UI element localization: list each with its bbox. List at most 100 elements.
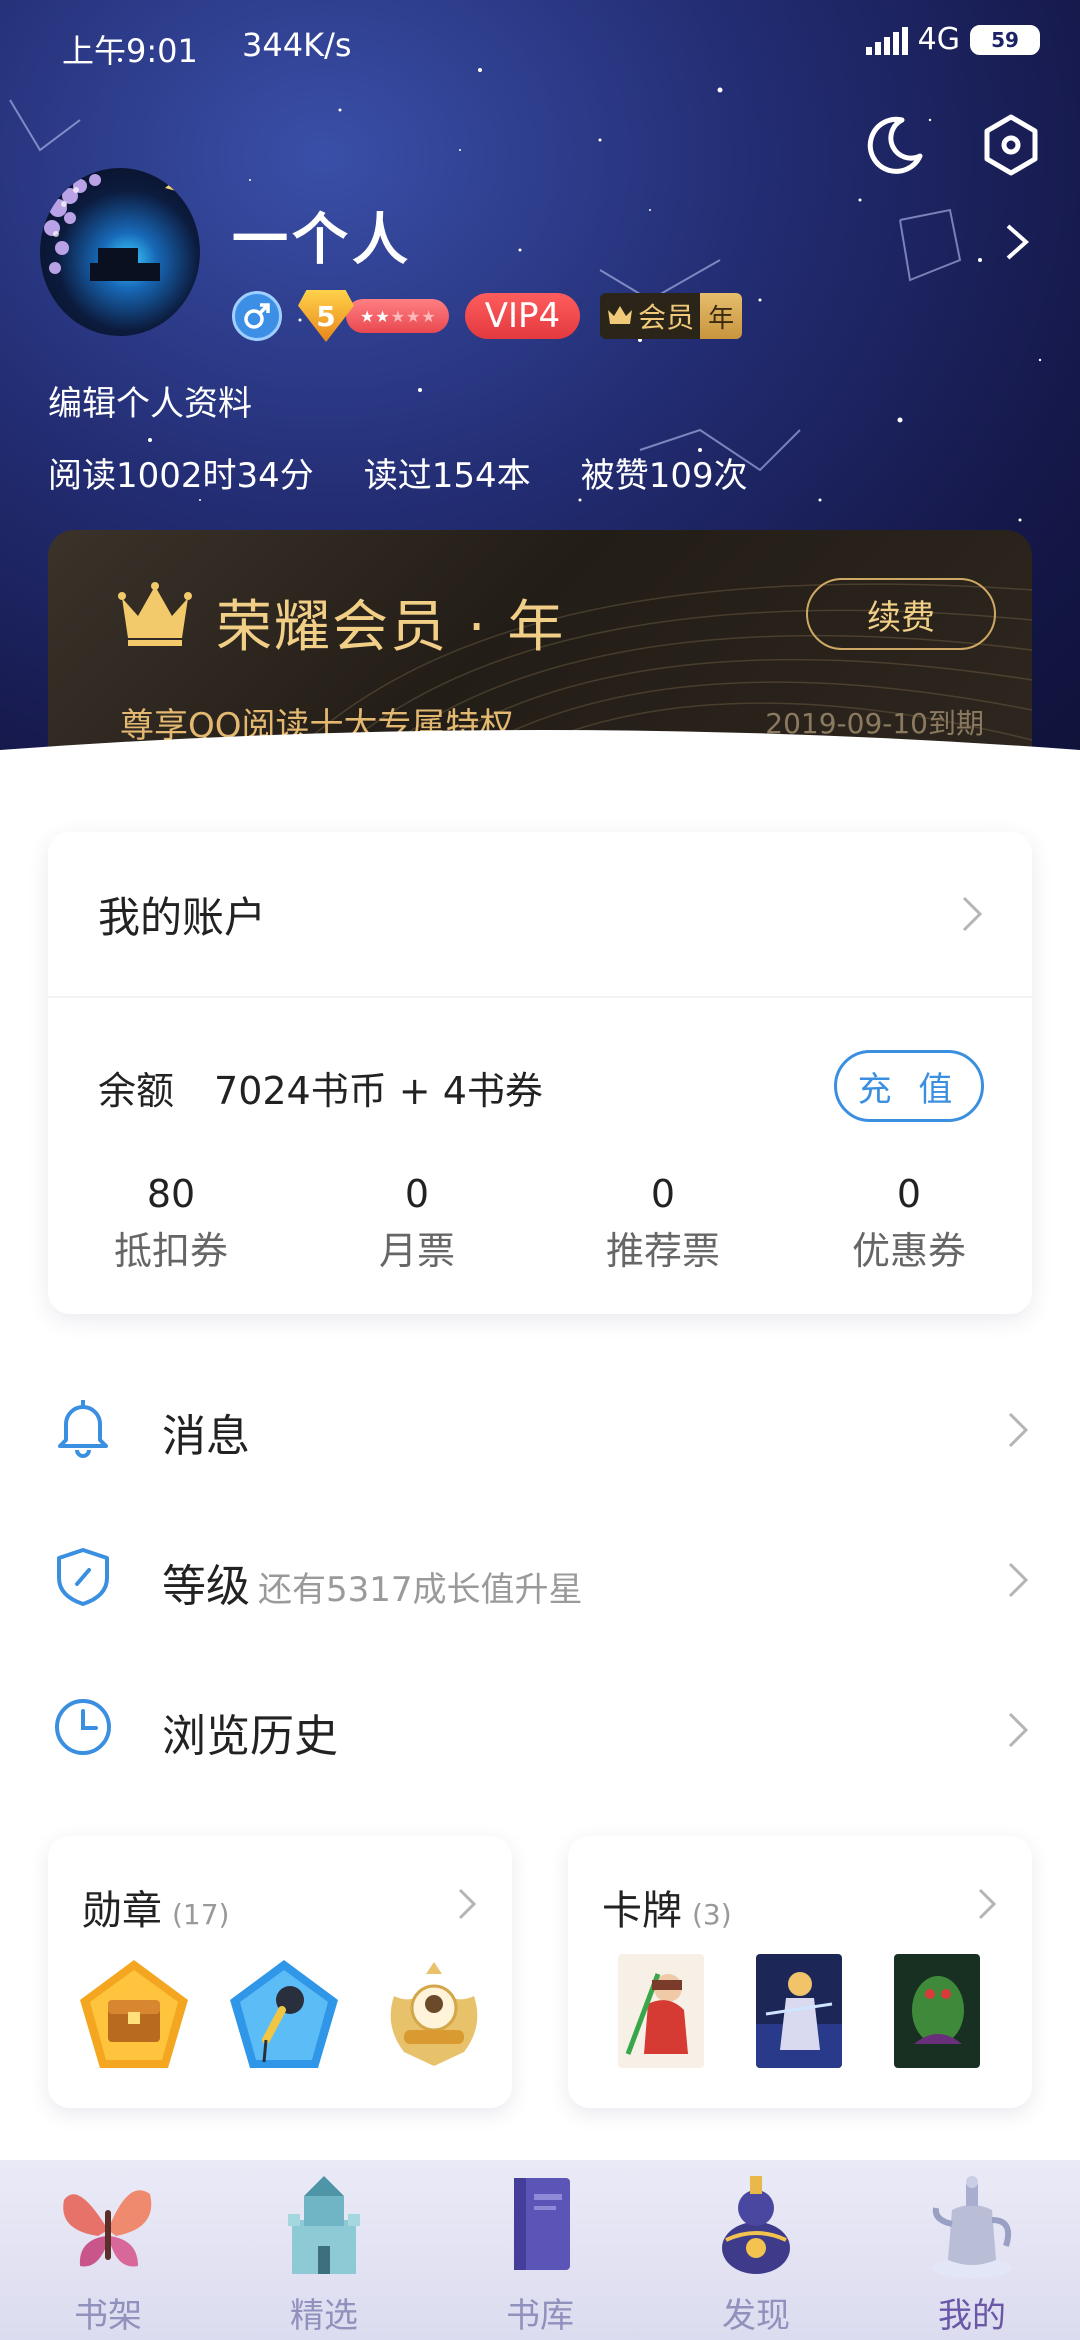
medals-title: 勋章 (17) (82, 1878, 229, 1936)
profile-stats: 阅读1002时34分 读过154本 被赞109次 (48, 448, 748, 497)
ticket-deduction[interactable]: 80 抵扣券 (48, 1172, 294, 1275)
menu-label: 浏览历史 (162, 1711, 338, 1762)
network-label: 4G (917, 22, 960, 57)
cards-label: 卡牌 (602, 1888, 682, 1934)
account-title: 我的账户 (98, 892, 267, 942)
crown-icon (608, 306, 633, 324)
my-account-row[interactable]: 我的账户 (48, 832, 1032, 998)
chevron-right-icon (1008, 1712, 1029, 1748)
ticket-label: 推荐票 (605, 1229, 720, 1273)
renew-button[interactable]: 续费 (806, 578, 996, 650)
profile-chevron-right-icon[interactable] (1002, 222, 1032, 262)
nav-label: 精选 (290, 2296, 358, 2336)
nav-bookshelf[interactable]: 书架 (0, 2160, 216, 2340)
ticket-label: 抵扣券 (113, 1229, 228, 1273)
likes-stat[interactable]: 被赞109次 (581, 448, 748, 497)
menu-item-messages[interactable]: 消息 (0, 1352, 1080, 1502)
battery-icon: 59 (970, 24, 1040, 55)
card-thumbnail[interactable] (894, 1954, 980, 2068)
ticket-list: 80 抵扣券 0 月票 0 推荐票 0 优惠券 (48, 1172, 1032, 1275)
ticket-coupon[interactable]: 0 优惠券 (786, 1172, 1032, 1275)
shield-icon (57, 1548, 109, 1606)
level-label: 等级 (162, 1561, 250, 1612)
nav-label: 书架 (74, 2296, 142, 2336)
chevron-right-icon (458, 1888, 477, 1920)
ticket-recommend[interactable]: 0 推荐票 (540, 1172, 786, 1275)
chevron-right-icon (978, 1888, 997, 1920)
header-curve (0, 730, 1080, 810)
male-gender-icon (232, 291, 282, 341)
cards-box[interactable]: 卡牌 (3) (568, 1836, 1032, 2108)
profile-badges: 5 ★★ ★★★ VIP4 会员 年 (232, 290, 743, 342)
username: 一个人 (232, 208, 412, 273)
menu-label: 消息 (162, 1411, 250, 1462)
ticket-value: 0 (650, 1172, 676, 1216)
vip-badge[interactable]: VIP4 (464, 293, 581, 339)
level-hint: 还有5317成长值升星 (258, 1570, 583, 1610)
nav-label: 发现 (722, 2296, 790, 2336)
gold-crown-icon (118, 582, 192, 646)
level-stars-icon: ★★ ★★★ (346, 299, 449, 333)
clock-icon (55, 1699, 111, 1755)
level-badge[interactable]: 5 ★★ ★★★ (298, 290, 449, 342)
ticket-value: 80 (146, 1172, 196, 1216)
castle-icon (288, 2176, 360, 2274)
recharge-button[interactable]: 充 值 (834, 1050, 984, 1122)
ticket-label: 月票 (378, 1229, 455, 1273)
status-bar: 上午9:01 344K/s 4G 59 (0, 0, 1080, 92)
balance-value: 7024书币 + 4书券 (214, 1069, 543, 1113)
bell-icon (58, 1400, 108, 1458)
card-thumbnail[interactable] (756, 1954, 842, 2068)
avatar-image (44, 174, 180, 281)
cards-count: (3) (692, 1898, 732, 1931)
avatar[interactable] (40, 168, 200, 336)
ticket-value: 0 (896, 1172, 922, 1216)
status-time: 上午9:01 (62, 32, 198, 70)
nav-library[interactable]: 书库 (432, 2160, 648, 2340)
balance-label: 余额 (98, 1069, 175, 1113)
gourd-icon (722, 2176, 790, 2274)
read-time-stat[interactable]: 阅读1002时34分 (48, 448, 314, 497)
treasure-chest-medal-icon[interactable] (74, 1956, 194, 2076)
chevron-right-icon (1008, 1562, 1029, 1598)
medals-count: (17) (172, 1898, 230, 1931)
level-number: 5 (298, 290, 354, 342)
account-card: 我的账户 余额 7024书币 + 4书券 充 值 80 抵扣券 0 月票 0 推… (48, 832, 1032, 1314)
books-read-stat[interactable]: 读过154本 (364, 448, 531, 497)
nav-label: 书库 (506, 2296, 574, 2336)
nav-mine[interactable]: 我的 (864, 2160, 1080, 2340)
menu-item-level[interactable]: 等级 还有5317成长值升星 (0, 1502, 1080, 1652)
nav-discover[interactable]: 发现 (648, 2160, 864, 2340)
medals-label: 勋章 (82, 1888, 162, 1934)
microphone-medal-icon[interactable] (224, 1956, 344, 2076)
menu-label: 等级 还有5317成长值升星 (162, 1550, 583, 1614)
ticket-label: 优惠券 (851, 1229, 966, 1273)
cards-title: 卡牌 (3) (602, 1878, 732, 1936)
butterfly-icon (63, 2190, 152, 2267)
nav-featured[interactable]: 精选 (216, 2160, 432, 2340)
member-badge[interactable]: 会员 年 (600, 293, 743, 339)
signal-icon (865, 25, 908, 55)
nav-label: 我的 (938, 2296, 1006, 2336)
balance-row: 余额 7024书币 + 4书券 (98, 1060, 543, 1115)
header-actions (862, 112, 1044, 178)
medals-box[interactable]: 勋章 (17) (48, 1836, 512, 2108)
night-mode-icon[interactable] (862, 112, 928, 178)
medal-list (74, 1956, 494, 2076)
status-speed: 344K/s (242, 26, 352, 64)
chevron-right-icon (962, 896, 983, 932)
profile-header: 上午9:01 344K/s 4G 59 一个人 5 ★★ ★★★ VIP4 会员… (0, 0, 1080, 780)
menu-item-history[interactable]: 浏览历史 (0, 1652, 1080, 1802)
member-period: 年 (700, 293, 743, 339)
teapot-icon (932, 2176, 1012, 2278)
golden-wings-medal-icon[interactable] (374, 1956, 494, 2076)
card-list (618, 1954, 980, 2068)
settings-icon[interactable] (978, 112, 1044, 178)
card-thumbnail[interactable] (618, 1954, 704, 2068)
chevron-right-icon (1008, 1412, 1029, 1448)
bottom-nav: 书架 精选 书库 发现 我的 (0, 2160, 1080, 2340)
status-indicators: 4G 59 (865, 22, 1040, 57)
edit-profile-link[interactable]: 编辑个人资料 (48, 376, 252, 425)
ticket-monthly[interactable]: 0 月票 (294, 1172, 540, 1275)
book-icon (514, 2178, 570, 2270)
